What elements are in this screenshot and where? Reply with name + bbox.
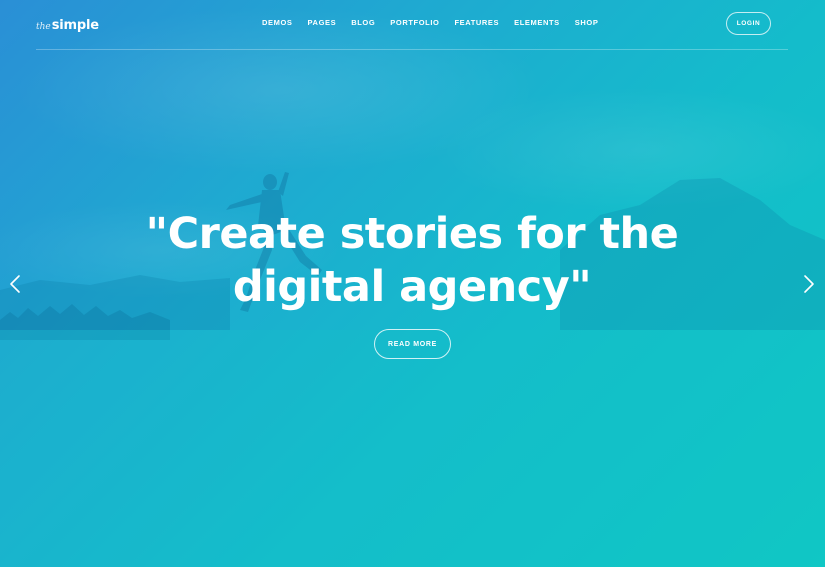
slider-prev-button[interactable] [8, 274, 22, 294]
slider-next-button[interactable] [802, 274, 816, 294]
logo-prefix: the [36, 22, 51, 32]
site-logo[interactable]: thesimple [36, 14, 99, 33]
nav-item-blog[interactable]: BLOG [351, 18, 375, 27]
logo-wordmark: simple [51, 18, 99, 33]
read-more-button[interactable]: READ MORE [374, 329, 451, 359]
headline-line-2: digital agency" [232, 262, 592, 312]
hero-headline: "Create stories for the digital agency" [112, 208, 712, 314]
main-nav: DEMOS PAGES BLOG PORTFOLIO FEATURES ELEM… [262, 18, 613, 27]
chevron-right-icon [804, 275, 814, 293]
nav-item-shop[interactable]: SHOP [575, 18, 599, 27]
hero-slider: thesimple DEMOS PAGES BLOG PORTFOLIO FEA… [0, 0, 825, 567]
headline-line-1: "Create stories for the [145, 209, 679, 259]
site-header: thesimple DEMOS PAGES BLOG PORTFOLIO FEA… [36, 0, 788, 50]
nav-item-demos[interactable]: DEMOS [262, 18, 293, 27]
login-button[interactable]: LOGIN [726, 12, 771, 35]
chevron-left-icon [10, 275, 20, 293]
nav-item-features[interactable]: FEATURES [454, 18, 499, 27]
nav-item-elements[interactable]: ELEMENTS [514, 18, 560, 27]
nav-item-pages[interactable]: PAGES [308, 18, 337, 27]
nav-item-portfolio[interactable]: PORTFOLIO [390, 18, 439, 27]
